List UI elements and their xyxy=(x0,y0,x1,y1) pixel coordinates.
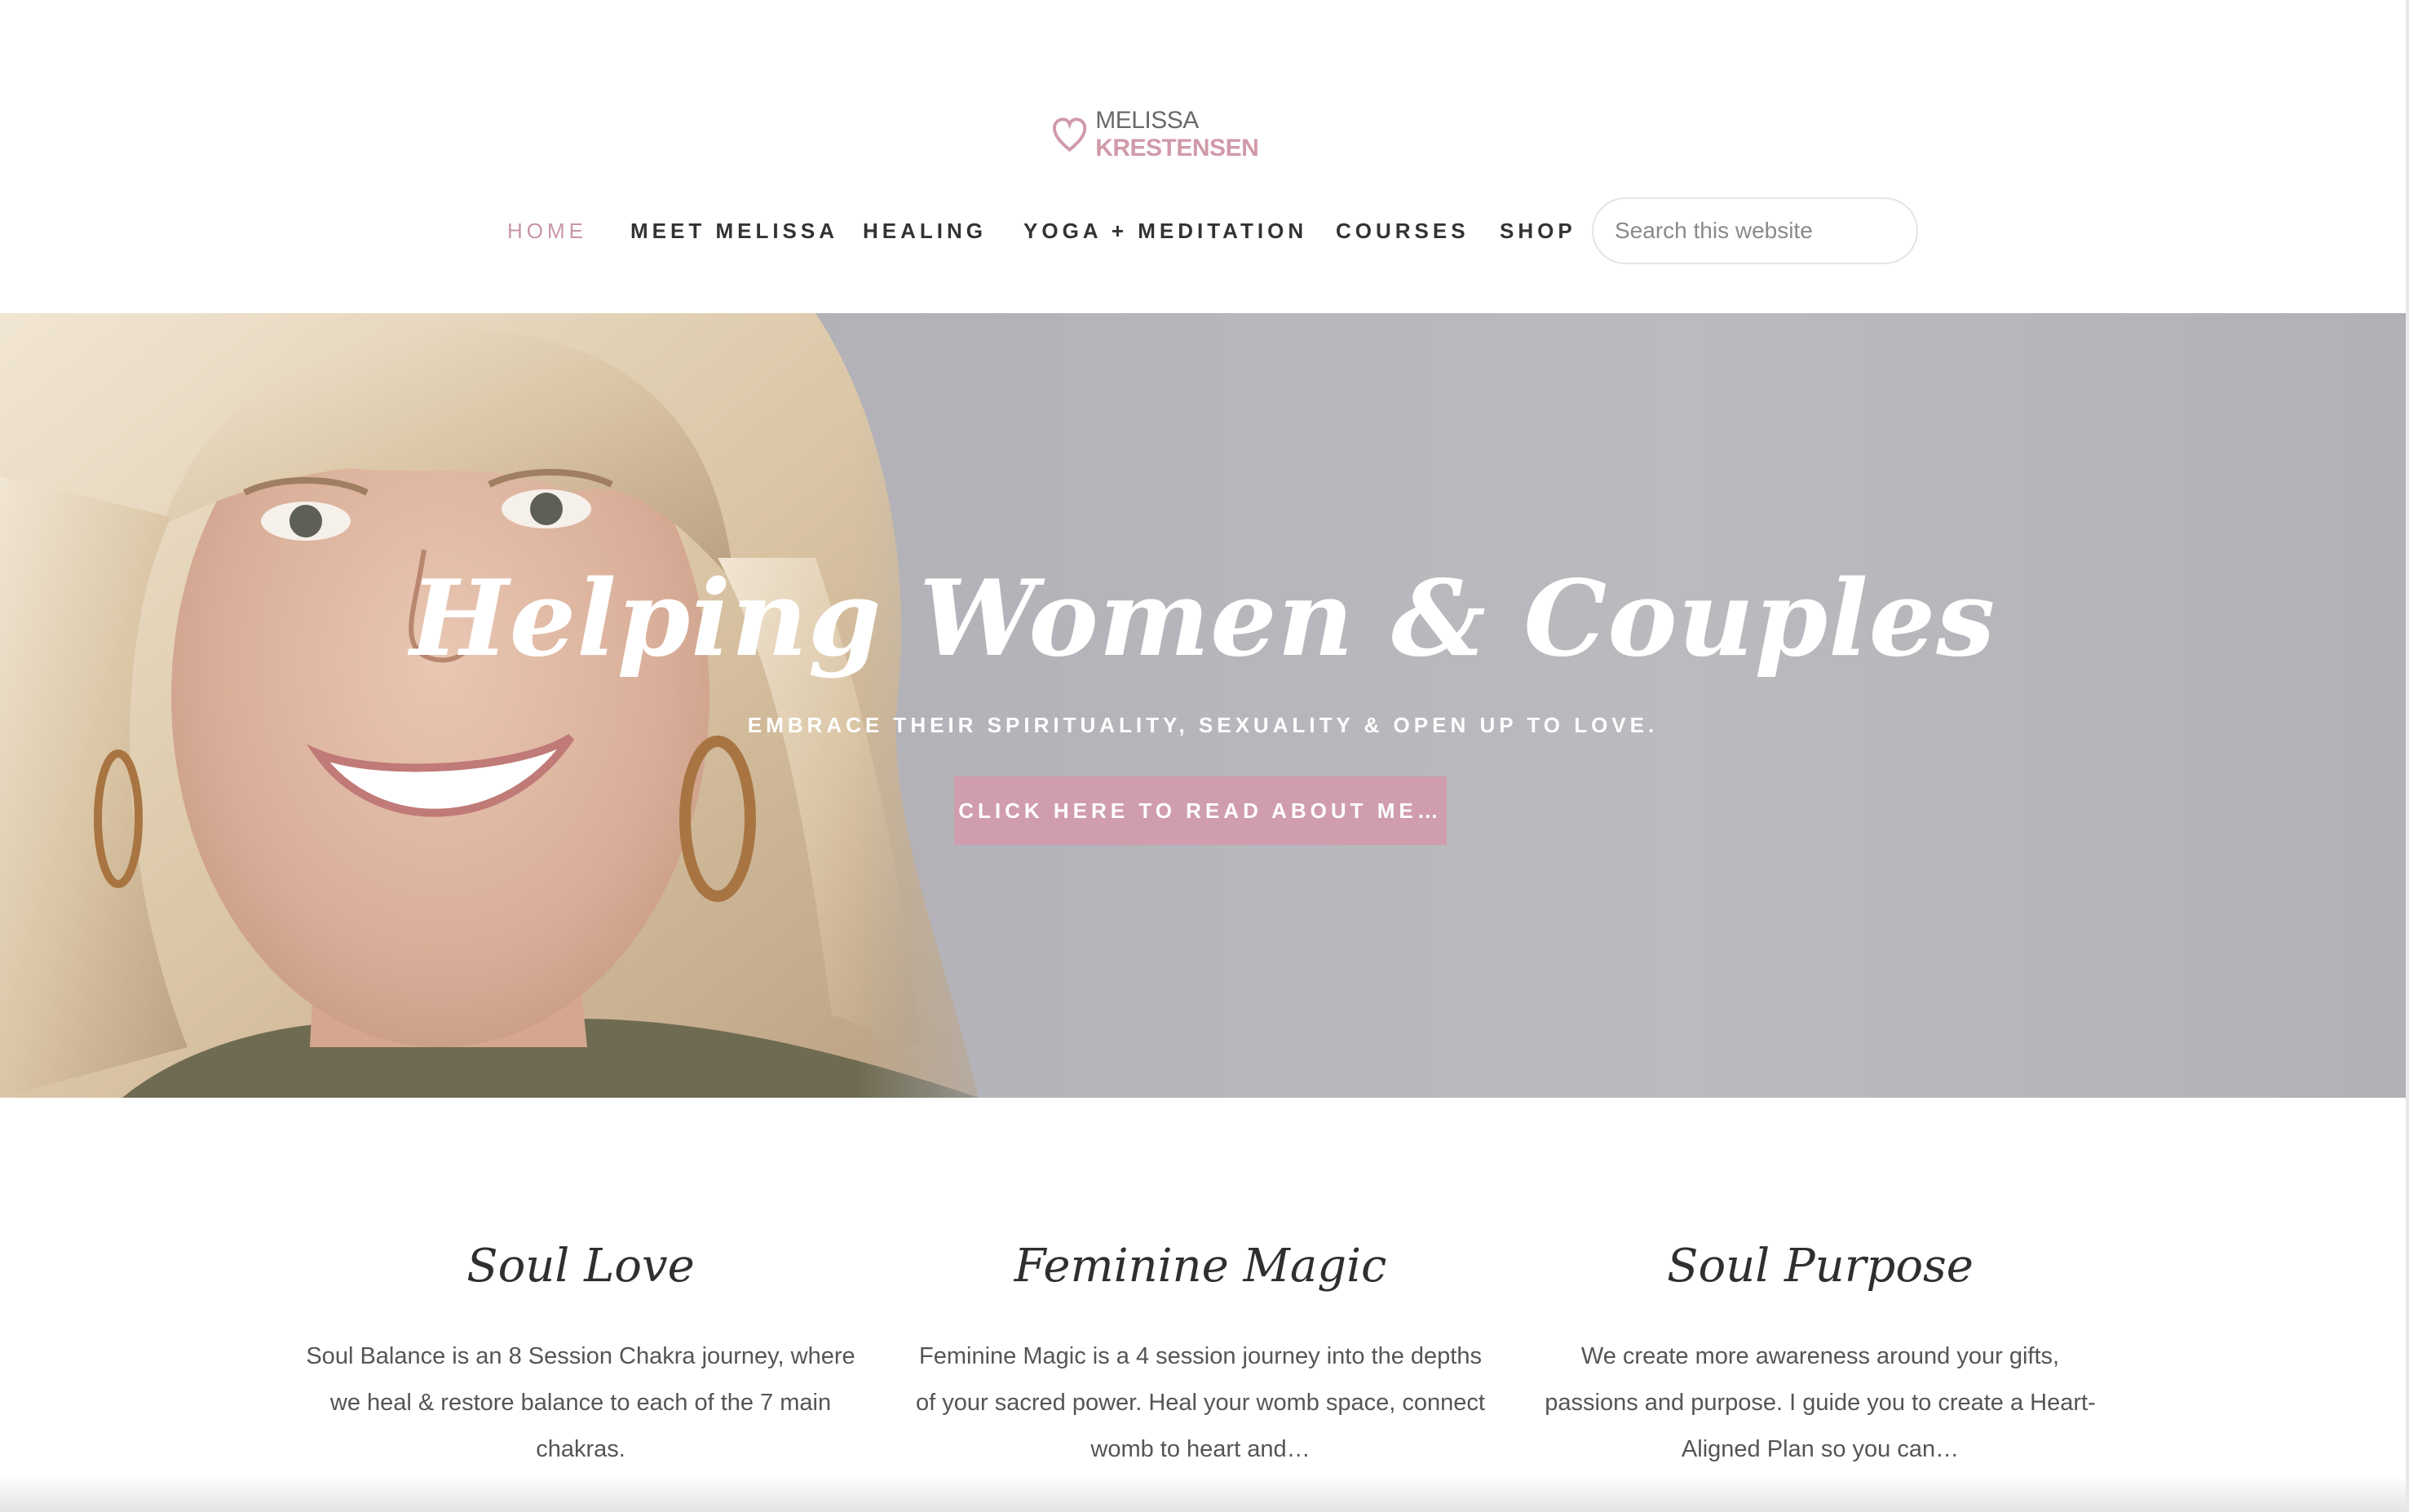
feature-title[interactable]: Soul Love xyxy=(295,1240,866,1293)
read-about-me-button[interactable]: CLICK HERE TO READ ABOUT ME… xyxy=(954,776,1447,845)
nav-item-meet-melissa[interactable]: MEET MELISSA xyxy=(630,219,838,244)
search-input[interactable] xyxy=(1615,218,1892,244)
hero-banner: Helping Women & Couples EMBRACE THEIR SP… xyxy=(0,313,2406,1098)
nav-item-shop[interactable]: SHOP xyxy=(1500,219,1576,244)
site-logo[interactable]: MELISSA KRESTENSEN xyxy=(1052,107,1362,161)
logo-last-name: KRESTENSEN xyxy=(1095,135,1259,161)
feature-title[interactable]: Feminine Magic xyxy=(915,1240,1486,1293)
hero-title: Helping Women & Couples xyxy=(409,558,1996,680)
bottom-shadow xyxy=(0,1476,2409,1512)
feature-title[interactable]: Soul Purpose xyxy=(1535,1240,2106,1293)
nav-item-home[interactable]: HOME xyxy=(507,219,587,244)
hero-subtitle: EMBRACE THEIR SPIRITUALITY, SEXUALITY & … xyxy=(747,713,1659,737)
logo-text: MELISSA KRESTENSEN xyxy=(1095,107,1362,162)
feature-text: Feminine Magic is a 4 session journey in… xyxy=(916,1343,1485,1462)
main-nav: HOME MEET MELISSA HEALING YOGA + MEDITAT… xyxy=(0,196,2409,266)
logo-first-name: MELISSA xyxy=(1095,107,1198,134)
feature-text: We create more awareness around your gif… xyxy=(1545,1343,2096,1462)
feature-card-feminine-magic: Feminine Magic Feminine Magic is a 4 ses… xyxy=(915,1240,1486,1473)
heart-icon xyxy=(1052,117,1087,153)
nav-item-courses[interactable]: COURSES xyxy=(1336,219,1470,244)
feature-card-soul-love: Soul Love Soul Balance is an 8 Session C… xyxy=(295,1240,866,1473)
feature-card-soul-purpose: Soul Purpose We create more awareness ar… xyxy=(1535,1240,2106,1473)
search-box xyxy=(1592,197,1918,264)
scrollbar-edge xyxy=(2406,0,2409,1512)
hero-portrait-image xyxy=(0,313,1060,1098)
nav-item-yoga-meditation[interactable]: YOGA + MEDITATION xyxy=(1023,219,1307,244)
feature-text: Soul Balance is an 8 Session Chakra jour… xyxy=(306,1343,855,1462)
nav-item-healing[interactable]: HEALING xyxy=(863,219,987,244)
page: MELISSA KRESTENSEN HOME MEET MELISSA HEA… xyxy=(0,0,2409,1512)
